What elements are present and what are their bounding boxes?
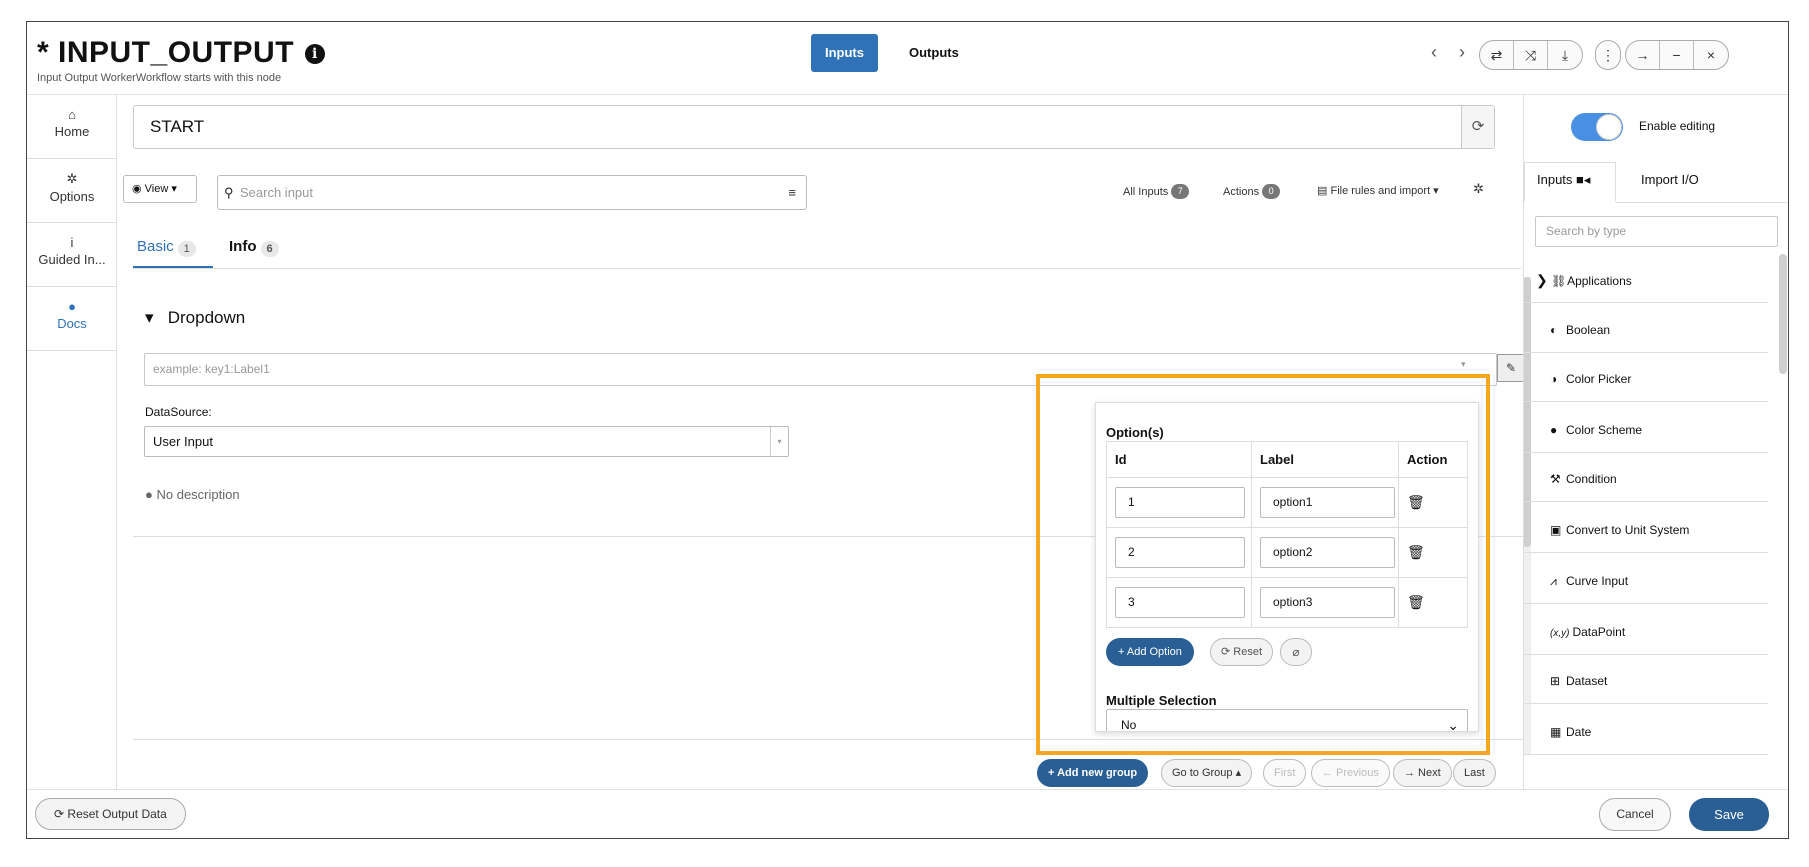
nav-home[interactable]: ⌂ Home [27, 95, 117, 159]
type-color-picker[interactable]: ◑ Color Picker [1524, 357, 1768, 402]
refresh-icon[interactable]: ⟳ [1461, 106, 1494, 148]
chevron-down-icon: ▾ [770, 427, 788, 456]
type-date[interactable]: ▦ Date [1524, 710, 1768, 755]
shuffle-icon[interactable]: ⤨ [1514, 41, 1548, 69]
next-page-button[interactable]: → Next [1393, 759, 1452, 787]
dropdown-caret-icon[interactable]: ▾ [1461, 359, 1466, 370]
more-icon[interactable]: ⋮ [1596, 41, 1620, 69]
tab-outputs[interactable]: Outputs [895, 34, 973, 72]
toggle-knob [1596, 114, 1622, 140]
window-controls: → − × [1625, 40, 1729, 70]
type-datapoint[interactable]: (x,y) DataPoint [1524, 610, 1768, 655]
nav-options[interactable]: ✲ Options [27, 159, 117, 223]
type-applications[interactable]: ❯ ⛓Applications [1524, 258, 1768, 303]
tab-info[interactable]: Info 6 [229, 238, 279, 257]
half-circle-icon: ◑ [1550, 372, 1558, 386]
actions-button[interactable]: Actions 0 [1223, 184, 1281, 199]
type-condition[interactable]: ⚒ Condition [1524, 457, 1768, 502]
tab-basic[interactable]: Basic 1 [137, 238, 196, 257]
page-title: * INPUT_OUTPUT i [37, 36, 325, 70]
info-count-badge: 6 [260, 241, 279, 257]
type-boolean[interactable]: ◐ Boolean [1524, 308, 1768, 353]
enable-editing-label: Enable editing [1639, 119, 1716, 133]
highlight-box [1036, 374, 1490, 755]
actions-badge: 0 [1262, 184, 1281, 199]
left-nav: ⌂ Home ✲ Options i Guided In... ● Docs [27, 95, 117, 789]
datasource-select[interactable]: User Input ▾ [144, 426, 789, 457]
tab-import-io[interactable]: Import I/O [1641, 172, 1699, 187]
scale-icon: ▣ [1550, 523, 1562, 537]
settings-gear-icon[interactable]: ✲ [1473, 181, 1484, 197]
datasource-label: DataSource: [145, 405, 212, 419]
video-icon: ■◂ [1576, 172, 1591, 187]
go-to-group-button[interactable]: Go to Group ▴ [1161, 759, 1253, 787]
rp-tabs-divider [1616, 202, 1788, 203]
reset-output-button[interactable]: ⟳ Reset Output Data [35, 798, 186, 830]
save-button[interactable]: Save [1689, 798, 1769, 831]
last-page-button[interactable]: Last [1453, 759, 1496, 787]
more-button[interactable]: ⋮ [1595, 40, 1621, 70]
search-by-type-input[interactable]: Search by type [1535, 216, 1778, 247]
node-name-input[interactable]: START [133, 105, 1495, 149]
type-convert-unit-system[interactable]: ▣ Convert to Unit System [1524, 508, 1768, 553]
minimize-icon[interactable]: − [1660, 41, 1694, 69]
all-inputs-badge: 7 [1171, 184, 1190, 199]
file-rules-dropdown[interactable]: ▤ File rules and import ▾ [1317, 184, 1439, 197]
first-page-button[interactable]: First [1263, 759, 1307, 787]
all-inputs-button[interactable]: All Inputs 7 [1123, 184, 1190, 199]
info-icon: i [70, 235, 74, 250]
nav-next-icon[interactable]: › [1459, 42, 1465, 63]
toggle-icon: ◐ [1550, 323, 1558, 337]
app-window: * INPUT_OUTPUT i Input Output WorkerWork… [26, 21, 1789, 839]
footer-divider [27, 789, 1788, 790]
refresh-icon: ⟳ [54, 807, 65, 821]
calendar-icon: ▦ [1550, 725, 1562, 739]
eye-icon: ◉ [132, 183, 142, 195]
section-dropdown[interactable]: ▾ Dropdown [145, 308, 245, 328]
no-description: ● No description [145, 487, 240, 502]
search-icon: ⚲ [224, 185, 234, 200]
gear-icon: ✲ [66, 171, 78, 186]
arrow-right-icon[interactable]: → [1626, 41, 1660, 69]
file-icon: ▤ [1317, 185, 1328, 197]
info-circle-icon: ● [145, 487, 153, 502]
page-subtitle: Input Output WorkerWorkflow starts with … [37, 72, 282, 84]
header-actions-group: ⇄ ⤨ ⤓ [1479, 40, 1583, 70]
link-icon: ⛓ [1551, 274, 1567, 288]
home-icon: ⌂ [68, 107, 76, 122]
type-dataset[interactable]: ⊞ Dataset [1524, 659, 1768, 704]
line-chart-icon: ⩘ [1550, 574, 1557, 588]
close-icon[interactable]: × [1694, 41, 1728, 69]
palette-icon: ● [1550, 423, 1558, 437]
table-icon: ⊞ [1550, 674, 1561, 688]
cancel-button[interactable]: Cancel [1599, 798, 1671, 831]
tabs-divider [133, 268, 1521, 269]
nav-prev-icon[interactable]: ‹ [1431, 42, 1437, 63]
view-dropdown[interactable]: ◉ View ▾ [123, 175, 197, 203]
tab-inputs[interactable]: Inputs [811, 34, 878, 72]
tab-rp-inputs[interactable]: Inputs ■◂ [1537, 172, 1590, 188]
chevron-right-icon: ❯ [1536, 272, 1548, 288]
add-new-group-button[interactable]: + Add new group [1037, 759, 1149, 787]
right-panel-scrollbar[interactable] [1779, 254, 1787, 374]
nav-guided-input[interactable]: i Guided In... [27, 223, 117, 287]
xy-icon: (x,y) [1550, 628, 1570, 639]
caret-down-icon: ▾ [145, 308, 154, 327]
download-icon[interactable]: ⤓ [1548, 41, 1582, 69]
search-input[interactable]: ⚲ Search input ≡ [217, 175, 807, 210]
enable-editing-toggle[interactable] [1571, 113, 1623, 141]
info-circle-icon: ● [68, 299, 76, 314]
type-curve-input[interactable]: ⩘ Curve Input [1524, 559, 1768, 604]
basic-count-badge: 1 [177, 241, 196, 257]
edit-options-icon[interactable]: ✎ [1497, 354, 1525, 382]
type-color-scheme[interactable]: ● Color Scheme [1524, 408, 1768, 453]
info-icon[interactable]: i [304, 44, 325, 64]
header-divider [27, 94, 1788, 95]
gavel-icon: ⚒ [1550, 472, 1561, 486]
swap-icon[interactable]: ⇄ [1480, 41, 1514, 69]
filter-icon[interactable]: ≡ [788, 176, 796, 209]
previous-page-button[interactable]: ← Previous [1311, 759, 1390, 787]
nav-docs[interactable]: ● Docs [27, 287, 117, 351]
